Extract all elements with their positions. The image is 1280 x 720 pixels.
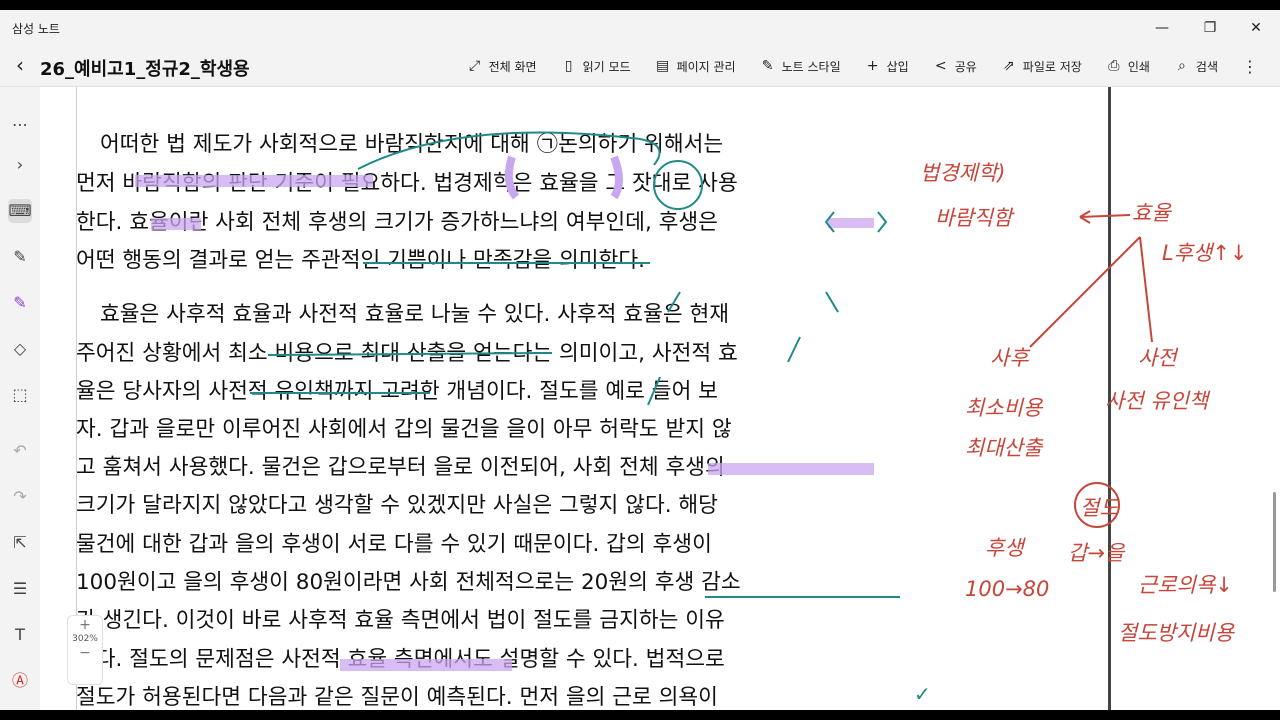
highlight-stroke: [151, 218, 201, 230]
toolbar: ‹ 26_예비고1_정규2_학생용 ⤢ 전체 화면 ▯ 읽기 모드 ▤ 페이지 관리 ✎ 노트…: [0, 46, 1280, 87]
pdf-icon[interactable]: Ⓐ: [8, 669, 32, 693]
note-gap-eul: 갑→을: [1068, 541, 1125, 565]
more-options-icon[interactable]: ⋮: [1242, 57, 1258, 76]
note-max-output: 최대산출: [965, 436, 1043, 460]
highlight-stroke: [610, 155, 623, 200]
toolbar-item-2[interactable]: ▤ 페이지 관리: [655, 58, 736, 75]
close-button[interactable]: ✕: [1244, 16, 1268, 40]
toolbar-item-1[interactable]: ▯ 읽기 모드: [561, 58, 631, 75]
undo-icon[interactable]: ↶: [8, 439, 32, 463]
text-align-icon[interactable]: ☰: [8, 577, 32, 601]
note-ex-ante: 사전: [1138, 346, 1177, 370]
tool-sidebar: ⋯ › ⌨ ✎ ✎ ◇ ⬚ ↶ ↷ ⇱ ☰ T Ⓐ: [0, 87, 40, 710]
toolbar-item-6[interactable]: ⇗ 파일로 저장: [1001, 58, 1082, 75]
bracket-stroke: [877, 211, 888, 233]
style-icon: ✎: [761, 58, 774, 74]
search-icon: ⌕: [1177, 58, 1186, 74]
highlight-stroke: [340, 659, 512, 671]
toolbar-item-label: 인쇄: [1127, 59, 1150, 74]
minimize-button[interactable]: —: [1150, 16, 1174, 40]
zoom-out-button[interactable]: −: [68, 644, 102, 662]
circle-stroke: [653, 160, 703, 210]
toolbar-item-label: 파일로 저장: [1022, 59, 1082, 74]
title-bar: 삼성 노트 — ❐ ✕: [0, 10, 1280, 46]
page-icon: ▤: [655, 58, 670, 74]
keyboard-icon[interactable]: ⌨: [8, 199, 32, 223]
toolbar-item-7[interactable]: ⎙ 인쇄: [1106, 58, 1150, 75]
toolbar-item-label: 공유: [954, 59, 977, 74]
note-law-econ: 법경제학): [920, 161, 1006, 185]
toolbar-item-5[interactable]: < 공유: [933, 58, 977, 75]
toolbar-item-label: 전체 화면: [488, 59, 537, 74]
highlight-stroke: [828, 218, 874, 228]
toolbar-item-4[interactable]: + 삽입: [865, 58, 909, 75]
zoom-in-button[interactable]: +: [68, 616, 102, 634]
bracket-stroke: [647, 376, 661, 406]
note-canvas[interactable]: 어떠한 법 제도가 사회적으로 바람직한지에 대해 ㉠논의하기 위해서는 먼저 바…: [40, 87, 1280, 710]
underline-stroke: [267, 352, 553, 356]
connector-stroke: [1029, 236, 1141, 348]
note-incentive: 사전 유인책: [1105, 389, 1209, 413]
app-window: 삼성 노트 — ❐ ✕ ‹ 26_예비고1_정규2_학생용 ⤢ 전체 화면 ▯ 읽기 …: [0, 10, 1280, 710]
fullscreen-icon: ⤢: [469, 58, 481, 74]
toolbar-item-label: 페이지 관리: [676, 59, 736, 74]
note-ex-post: 사후: [990, 346, 1029, 370]
note-efficiency: 효율: [1132, 201, 1171, 225]
note-theft-prevention: 절도방지비용: [1118, 621, 1234, 645]
note-work-will: 근로의욕↓: [1138, 573, 1233, 597]
toolbar-item-8[interactable]: ⌕ 검색: [1174, 58, 1218, 75]
plus-icon: +: [866, 58, 879, 74]
selection-icon[interactable]: ⬚: [8, 383, 32, 407]
toolbar-item-0[interactable]: ⤢ 전체 화면: [467, 58, 537, 75]
toolbar-item-label: 읽기 모드: [582, 59, 631, 74]
connector-stroke: [1139, 236, 1153, 343]
note-welfare-2: 후생: [985, 536, 1024, 560]
note-min-cost: 최소비용: [965, 396, 1043, 420]
highlight-stroke: [504, 155, 520, 200]
pen-icon[interactable]: ✎: [8, 245, 32, 269]
text-pen-icon[interactable]: T: [8, 623, 32, 647]
redo-icon[interactable]: ↷: [8, 485, 32, 509]
note-values: 100→80: [965, 577, 1050, 601]
highlighter-icon[interactable]: ✎: [8, 291, 32, 315]
zoom-level: 302%: [72, 634, 98, 644]
bracket-stroke: [787, 336, 801, 363]
checkmark-icon: ✓: [914, 682, 931, 706]
toolbar-actions: ⤢ 전체 화면 ▯ 읽기 모드 ▤ 페이지 관리 ✎ 노트 스타일 + 삽입 < 공유 ⇗ 파일로 저장 ⎙…: [467, 46, 1280, 86]
bracket-stroke: [825, 291, 839, 313]
dots-icon[interactable]: ⋯: [8, 113, 32, 137]
back-button[interactable]: ‹: [8, 54, 32, 78]
note-theft: 절도: [1080, 496, 1119, 520]
toolbar-item-label: 노트 스타일: [781, 59, 841, 74]
chevron-right-icon[interactable]: ›: [8, 153, 32, 177]
note-desirability: 바람직함: [935, 206, 1013, 230]
shape-icon[interactable]: ⇱: [8, 531, 32, 555]
print-icon: ⎙: [1108, 58, 1120, 74]
document-title: 26_예비고1_정규2_학생용: [40, 59, 250, 80]
share-icon: <: [934, 58, 947, 74]
note-welfare: L후생↑↓: [1162, 241, 1248, 265]
toolbar-item-3[interactable]: ✎ 노트 스타일: [760, 58, 841, 75]
maximize-button[interactable]: ❐: [1198, 16, 1222, 40]
eraser-icon[interactable]: ◇: [8, 337, 32, 361]
bracket-stroke: [667, 291, 681, 313]
highlight-stroke: [135, 175, 373, 187]
toolbar-item-label: 삽입: [886, 59, 909, 74]
book-icon: ▯: [564, 58, 573, 74]
arrow-stroke: [1079, 214, 1131, 218]
app-title: 삼성 노트: [12, 22, 60, 36]
zoom-control: + 302% −: [67, 615, 103, 685]
export-icon: ⇗: [1002, 58, 1015, 74]
highlight-stroke: [708, 463, 874, 475]
pen-annotations: [135, 131, 1153, 671]
toolbar-item-label: 검색: [1195, 59, 1218, 74]
